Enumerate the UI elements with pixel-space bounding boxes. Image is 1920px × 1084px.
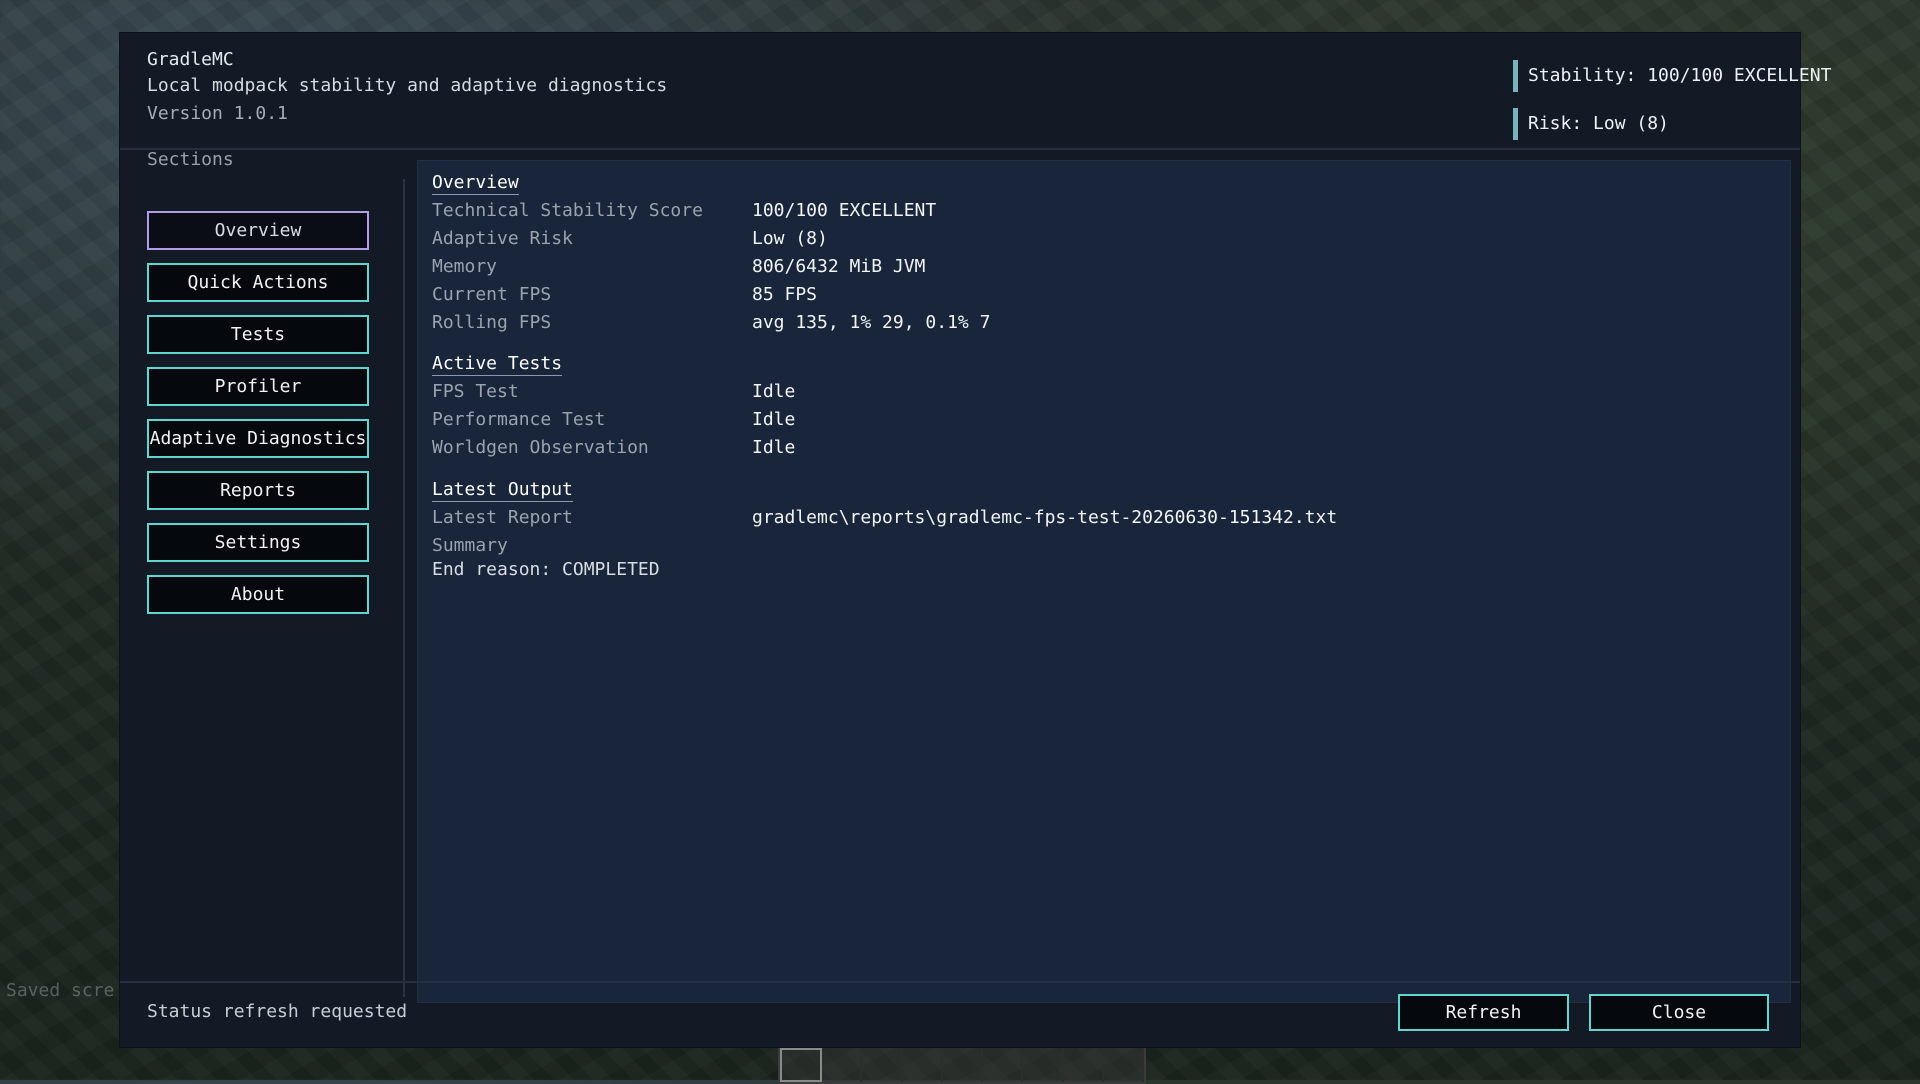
refresh-button[interactable]: Refresh [1398,994,1569,1031]
app-version: Version 1.0.1 [147,103,288,124]
app-title: GradleMC [147,49,234,70]
performance-test-value: Idle [752,409,796,430]
content-pane: Overview Technical Stability Score 100/1… [417,160,1791,1003]
nav-tests-button[interactable]: Tests [147,315,369,354]
hotbar-slot [1064,1048,1104,1082]
performance-test-label: Performance Test [432,409,606,430]
hotbar-slot [1023,1048,1064,1082]
hotbar [778,1046,1146,1084]
latest-report-label: Latest Report [432,507,573,528]
memory-value: 806/6432 MiB JVM [752,256,926,277]
memory-label: Memory [432,256,498,277]
summary-text: End reason: COMPLETED [432,559,660,580]
status-message: Status refresh requested [147,1001,408,1022]
hotbar-slot [1104,1048,1144,1082]
hotbar-slot [943,1048,984,1082]
summary-label: Summary [432,535,508,556]
stability-score-label: Technical Stability Score [432,200,703,221]
nav-adaptive-diagnostics-button[interactable]: Adaptive Diagnostics [147,419,369,458]
hotbar-slot [903,1048,943,1082]
rolling-fps-label: Rolling FPS [432,312,552,333]
fps-test-value: Idle [752,381,796,402]
gradlemc-window: GradleMC Local modpack stability and ada… [120,33,1831,1047]
header-divider [120,148,1800,150]
latest-report-path[interactable]: gradlemc\reports\gradlemc-fps-test-20260… [752,507,1337,528]
footer-divider [120,981,1800,983]
nav-quick-actions-button[interactable]: Quick Actions [147,263,369,302]
nav-profiler-button[interactable]: Profiler [147,367,369,406]
sidebar-divider [403,179,405,997]
hotbar-slot [983,1048,1024,1082]
latest-output-section-title: Latest Output [432,479,573,502]
hotbar-slot [822,1048,863,1082]
overview-section-title: Overview [432,172,519,195]
worldgen-observation-label: Worldgen Observation [432,437,649,458]
nav-overview-button[interactable]: Overview [147,211,369,250]
fps-test-label: FPS Test [432,381,519,402]
stability-score-value: 100/100 EXCELLENT [752,200,937,221]
sections-heading: Sections [147,149,234,170]
hotbar-slot [780,1048,823,1082]
app-subtitle: Local modpack stability and adaptive dia… [147,75,668,96]
risk-badge: Risk: Low (8) [1513,108,1669,140]
active-tests-section-title: Active Tests [432,353,563,376]
close-button[interactable]: Close [1589,994,1769,1031]
header: GradleMC Local modpack stability and ada… [120,33,1831,149]
chat-message: Saved scre [6,980,115,1001]
rolling-fps-value: avg 135, 1% 29, 0.1% 7 [752,312,991,333]
nav-about-button[interactable]: About [147,575,369,614]
stability-badge: Stability: 100/100 EXCELLENT [1513,60,1831,92]
current-fps-label: Current FPS [432,284,552,305]
nav-settings-button[interactable]: Settings [147,523,369,562]
adaptive-risk-label: Adaptive Risk [432,228,573,249]
adaptive-risk-value: Low (8) [752,228,828,249]
hotbar-slot [862,1048,903,1082]
nav-reports-button[interactable]: Reports [147,471,369,510]
worldgen-observation-value: Idle [752,437,796,458]
current-fps-value: 85 FPS [752,284,818,305]
